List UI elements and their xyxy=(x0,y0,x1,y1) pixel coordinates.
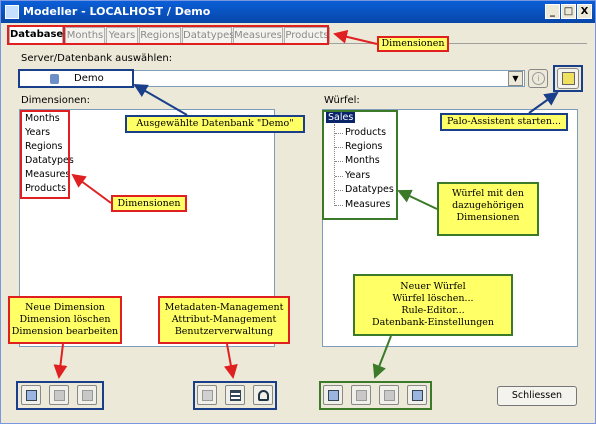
callout-meta-buttons: Metadaten-Management Attribut-Management… xyxy=(158,296,290,344)
annotation-database-tab xyxy=(7,25,65,45)
arrow-meta-buttons xyxy=(223,343,238,379)
annotation-cube-tree xyxy=(322,110,398,220)
app-icon xyxy=(5,5,19,19)
callout-tabs: Dimensionen xyxy=(377,36,449,52)
annotation-selected-db xyxy=(18,69,134,88)
annotation-dimension-buttons xyxy=(16,381,104,410)
window-title: Modeller - LOCALHOST / Demo xyxy=(23,5,211,18)
minimize-button[interactable]: _ xyxy=(545,4,560,19)
callout-wizard: Palo-Assistent starten... xyxy=(440,113,568,131)
dropdown-arrow-icon[interactable]: ▼ xyxy=(508,71,523,86)
title-bar: Modeller - LOCALHOST / Demo _ □ X xyxy=(1,1,595,23)
dimensions-label: Dimensionen: xyxy=(21,95,91,106)
maximize-button[interactable]: □ xyxy=(561,4,576,19)
callout-dimension-buttons: Neue Dimension Dimension löschen Dimensi… xyxy=(8,296,122,344)
cubes-label: Würfel: xyxy=(324,95,360,106)
annotation-cube-buttons xyxy=(319,381,432,410)
callout-cube-buttons: Neuer Würfel Würfel löschen... Rule-Edit… xyxy=(353,274,513,336)
arrow-dimension-buttons xyxy=(53,343,68,379)
annotation-dimensions-list xyxy=(20,110,70,199)
info-button[interactable]: i xyxy=(528,69,548,88)
annotation-wizard xyxy=(553,65,583,92)
annotation-dimension-tabs xyxy=(63,25,329,45)
callout-dimensions-list: Dimensionen xyxy=(111,195,187,212)
callout-selected-db: Ausgewählte Datenbank "Demo" xyxy=(125,115,305,133)
info-icon: i xyxy=(532,72,545,85)
annotation-meta-buttons xyxy=(193,381,277,410)
callout-cube-dimensions: Würfel mit den dazugehörigen Dimensionen xyxy=(437,182,539,236)
close-window-button[interactable]: X xyxy=(577,4,592,19)
modeller-window: Modeller - LOCALHOST / Demo _ □ X Databa… xyxy=(0,0,596,424)
close-button[interactable]: Schliessen xyxy=(497,386,577,406)
server-label: Server/Datenbank auswählen: xyxy=(21,53,173,64)
